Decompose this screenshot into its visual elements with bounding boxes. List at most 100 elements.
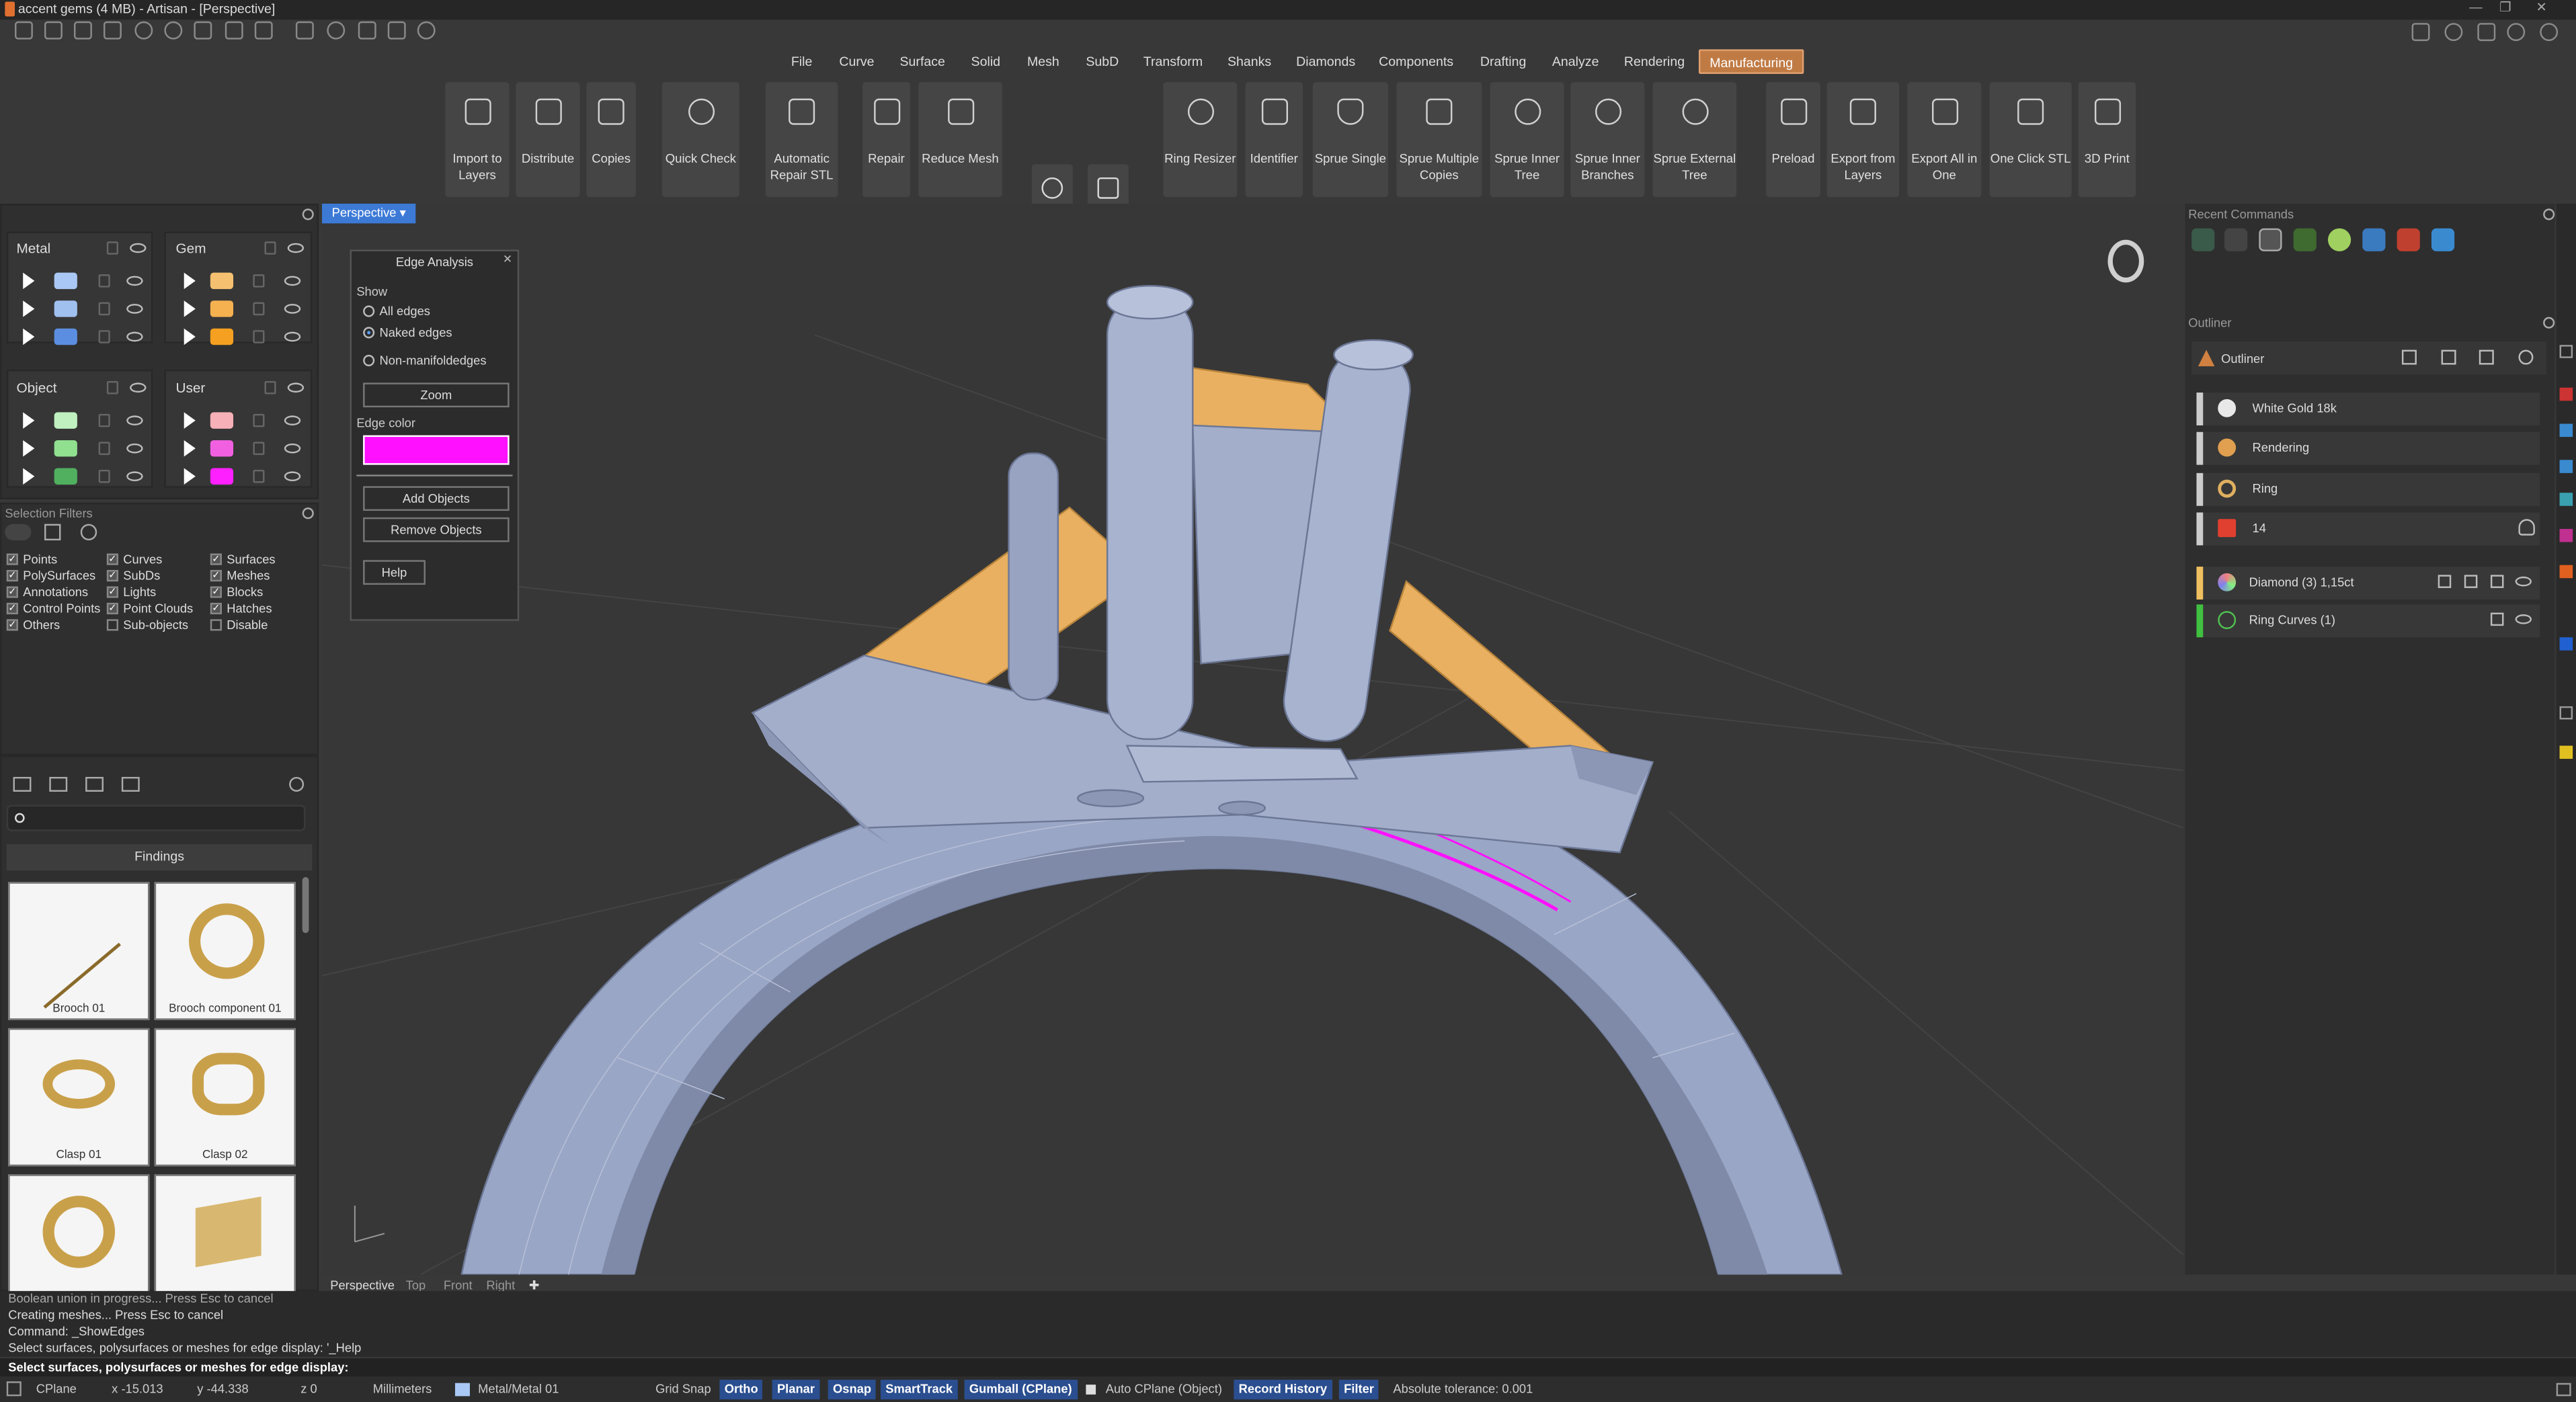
tr3-icon[interactable] — [2477, 23, 2496, 42]
lock-icon[interactable] — [98, 413, 110, 427]
filter-checkbox[interactable]: ✓ — [106, 553, 118, 565]
menu-subd[interactable]: SubD — [1080, 49, 1125, 74]
tr4-icon[interactable] — [2507, 23, 2526, 42]
help-button[interactable]: Help — [363, 560, 426, 585]
filter-toggle[interactable]: Filter — [1338, 1379, 1379, 1400]
layer-swatch[interactable] — [210, 440, 234, 457]
gumball-toggle[interactable]: Gumball (CPlane) — [964, 1379, 1078, 1400]
eye-icon[interactable] — [284, 471, 301, 482]
filter-checkbox[interactable]: ✓ — [210, 602, 222, 615]
eye-icon[interactable] — [284, 415, 301, 425]
recent-cmd-8-icon[interactable] — [2431, 228, 2455, 251]
user-lock-icon[interactable] — [264, 380, 276, 395]
metal-lock-icon[interactable] — [106, 241, 118, 255]
library-grid-icon[interactable] — [121, 776, 140, 792]
preload-button[interactable]: Preload — [1766, 82, 1820, 198]
layer-swatch[interactable] — [54, 468, 77, 485]
menu-mesh[interactable]: Mesh — [1020, 49, 1066, 74]
status-panel-icon[interactable] — [2556, 1383, 2571, 1397]
object-lock-icon[interactable] — [106, 380, 118, 395]
distribute-button[interactable]: Distribute — [516, 82, 580, 198]
record-history-toggle[interactable]: Record History — [1234, 1379, 1332, 1400]
reduce-mesh-button[interactable]: Reduce Mesh — [918, 82, 1002, 198]
table-icon[interactable] — [2438, 575, 2452, 588]
export-from-layers-button[interactable]: Export from Layers — [1826, 82, 1900, 198]
outliner-row-rendering[interactable]: Rendering — [2196, 431, 2540, 465]
menu-analyze[interactable]: Analyze — [1547, 49, 1603, 74]
copies-button[interactable]: Copies — [586, 82, 636, 198]
close-button[interactable]: ✕ — [2530, 0, 2553, 18]
strip-icon-3[interactable] — [2559, 423, 2573, 438]
library-item-clasp-01[interactable]: Clasp 01 — [8, 1028, 150, 1167]
metal-eye-icon[interactable] — [130, 243, 147, 253]
link-icon[interactable] — [2464, 575, 2478, 588]
layer-swatch[interactable] — [210, 272, 234, 290]
lock-icon[interactable] — [253, 274, 265, 288]
tr2-icon[interactable] — [2444, 23, 2463, 42]
eye-icon[interactable] — [126, 331, 143, 342]
help-icon[interactable] — [2540, 23, 2559, 42]
undo-icon[interactable] — [134, 21, 153, 40]
ortho-toggle[interactable]: Ortho — [719, 1379, 763, 1400]
tool3-icon[interactable] — [358, 21, 376, 40]
strip-icon-4[interactable] — [2559, 460, 2573, 473]
outliner-row-material[interactable]: White Gold 18k — [2196, 393, 2540, 425]
library-item-clasp-02[interactable]: Clasp 02 — [154, 1028, 296, 1167]
filter-checkbox[interactable]: ✓ — [6, 586, 18, 598]
sprue-external-tree-button[interactable]: Sprue External Tree — [1652, 82, 1737, 198]
menu-curve[interactable]: Curve — [834, 49, 879, 74]
planar-toggle[interactable]: Planar — [772, 1379, 820, 1400]
new-template-icon[interactable] — [44, 21, 63, 40]
sprue-inner-tree-button[interactable]: Sprue Inner Tree — [1490, 82, 1564, 198]
recent-undo-icon[interactable] — [2224, 228, 2248, 251]
filter-checkbox[interactable]: ✓ — [210, 570, 222, 582]
play-icon[interactable] — [23, 328, 35, 345]
layer-swatch[interactable] — [54, 440, 77, 457]
eye-icon[interactable] — [126, 304, 143, 314]
library-add-icon[interactable] — [85, 776, 104, 792]
sprue-inner-branches-button[interactable]: Sprue Inner Branches — [1570, 82, 1645, 198]
filter-gear-icon[interactable] — [80, 524, 97, 541]
filter-checkbox[interactable]: ✓ — [210, 553, 222, 565]
sprue-single-button[interactable]: Sprue Single — [1312, 82, 1389, 198]
ring-icon[interactable] — [2107, 239, 2144, 283]
one-click-stl-button[interactable]: One Click STL — [1989, 82, 2072, 198]
tool4-icon[interactable] — [387, 21, 406, 40]
strip-icon-1[interactable] — [2559, 345, 2573, 358]
library-category-dropdown[interactable]: Findings — [6, 844, 313, 871]
filter-checkbox[interactable]: ✓ — [6, 570, 18, 582]
play-icon[interactable] — [184, 440, 196, 457]
strip-icon-5[interactable] — [2559, 493, 2573, 506]
filter-checkbox[interactable]: ✓ — [106, 602, 118, 615]
eye-icon[interactable] — [284, 443, 301, 454]
filter-checkbox[interactable] — [106, 619, 118, 631]
units-label[interactable]: Millimeters — [373, 1380, 432, 1399]
identifier-button[interactable]: Identifier — [1245, 82, 1303, 198]
balance-icon[interactable] — [2441, 349, 2456, 365]
menu-manufacturing[interactable]: Manufacturing — [1698, 49, 1804, 74]
add-objects-button[interactable]: Add Objects — [363, 486, 510, 511]
lock-icon[interactable] — [253, 330, 265, 343]
zoom-button[interactable]: Zoom — [363, 382, 510, 408]
minimize-button[interactable]: — — [2464, 0, 2487, 18]
lock-icon[interactable] — [98, 442, 110, 455]
outliner-row-ring[interactable]: Ring — [2196, 472, 2540, 506]
play-icon[interactable] — [23, 272, 35, 290]
export-all-in-one-button[interactable]: Export All in One — [1907, 82, 1982, 198]
play-icon[interactable] — [23, 412, 35, 429]
menu-shanks[interactable]: Shanks — [1221, 49, 1279, 74]
library-search-input[interactable] — [6, 805, 306, 831]
3d-print-button[interactable]: 3D Print — [2078, 82, 2136, 198]
eye-icon[interactable] — [2515, 576, 2532, 587]
outliner-row-curves[interactable]: Ring Curves (1) — [2196, 604, 2540, 638]
lock-icon[interactable] — [253, 413, 265, 427]
strip-icon-7[interactable] — [2559, 565, 2573, 579]
filter-checkbox[interactable]: ✓ — [210, 586, 222, 598]
filter-select-icon[interactable] — [44, 524, 61, 541]
command-prompt[interactable]: Select surfaces, polysurfaces or meshes … — [0, 1358, 2576, 1376]
gem-lock-icon[interactable] — [264, 241, 276, 255]
eye-icon[interactable] — [126, 443, 143, 454]
menu-diamonds[interactable]: Diamonds — [1291, 49, 1361, 74]
filter-settings-icon[interactable] — [302, 507, 314, 520]
viewport-title-tab[interactable]: Perspective ▾ — [322, 204, 416, 224]
